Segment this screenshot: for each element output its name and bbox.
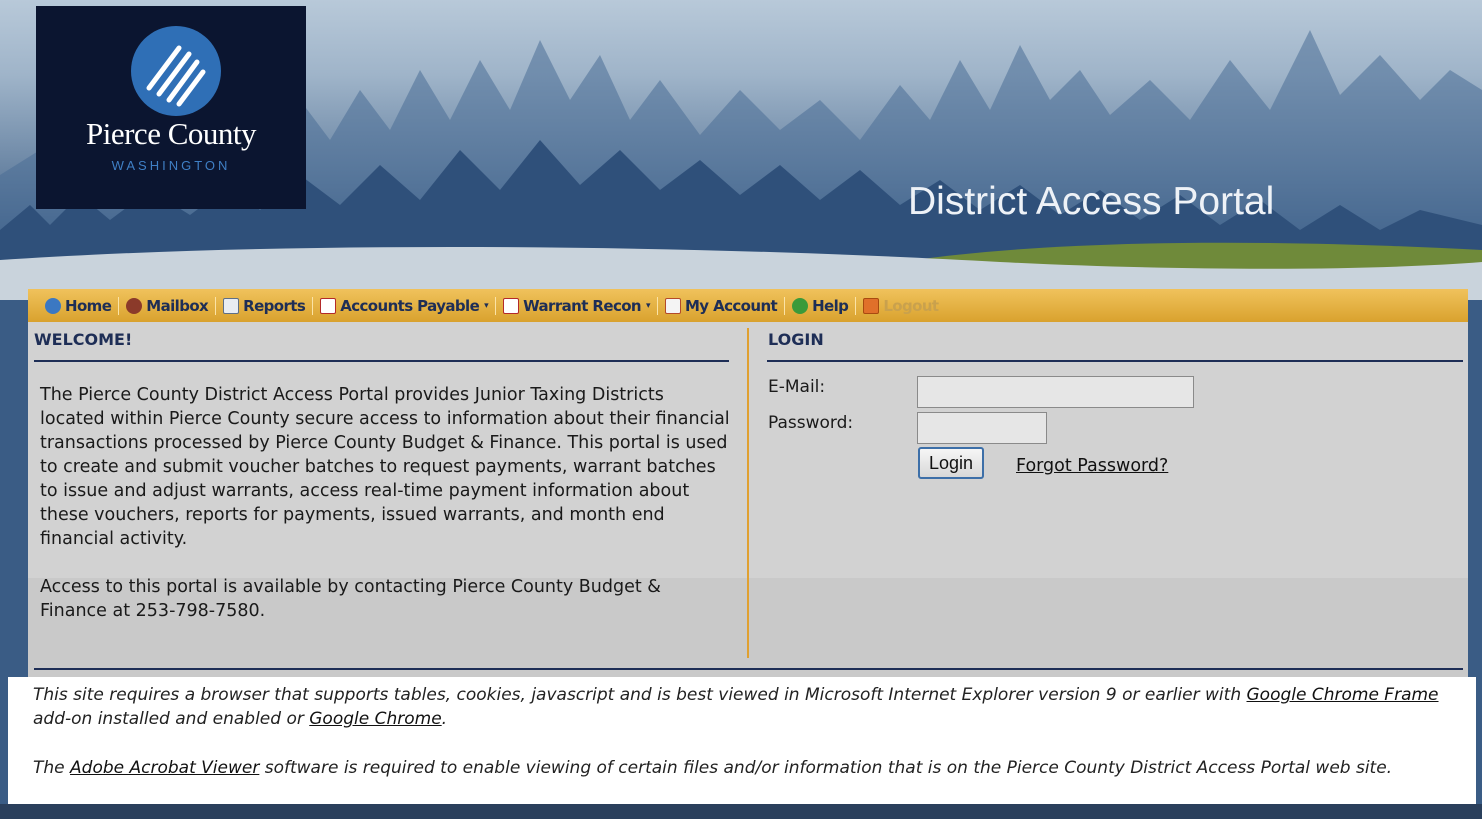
nav-reports-label: Reports [243,296,306,315]
logo-state: WASHINGTON [111,158,231,173]
nav-home-label: Home [65,296,112,315]
logo-emblem-icon [131,26,221,116]
welcome-body: The Pierce County District Access Portal… [40,383,730,647]
nav-my-account[interactable]: My Account [658,297,784,315]
nav-mailbox[interactable]: Mailbox [119,297,215,315]
power-icon [863,297,880,314]
login-title: LOGIN [768,330,824,349]
document-icon [320,297,337,314]
header-banner: Pierce County WASHINGTON District Access… [0,0,1482,300]
password-field[interactable] [917,412,1047,444]
notice-line1-a: This site requires a browser that suppor… [33,685,1247,705]
nav-accounts-payable[interactable]: Accounts Payable ▾ [313,297,495,315]
chevron-down-icon: ▾ [484,300,489,311]
bottom-strip [0,804,1482,819]
notice-line2-a: The [33,758,71,778]
column-divider [747,328,749,658]
nav-help-label: Help [812,296,849,315]
nav-logout[interactable]: Logout [856,297,945,315]
checklist-icon [664,297,681,314]
nav-accounts-payable-label: Accounts Payable [340,296,480,315]
help-icon [792,297,809,314]
nav-home[interactable]: Home [38,297,118,315]
home-icon [45,297,61,314]
mailbox-icon [126,297,143,314]
chevron-down-icon: ▾ [646,300,651,311]
google-chrome-frame-link[interactable]: Google Chrome Frame [1247,685,1439,705]
nav-warrant-recon[interactable]: Warrant Recon ▾ [496,297,657,315]
nav-help[interactable]: Help [785,297,855,315]
main-nav: Home Mailbox Reports Accounts Payable ▾ … [28,289,1468,322]
nav-reports[interactable]: Reports [216,297,312,315]
notice-line2-b: software is required to enable viewing o… [259,758,1393,778]
welcome-title: WELCOME! [34,330,133,349]
login-rule [767,360,1463,362]
google-chrome-link[interactable]: Google Chrome [309,709,441,729]
email-label: E-Mail: [768,377,826,397]
nav-my-account-label: My Account [684,296,778,315]
nav-mailbox-label: Mailbox [146,296,209,315]
reports-icon [223,297,240,314]
content-bottom-rule [34,668,1463,670]
notice-line1-c: . [441,709,448,729]
pierce-county-logo[interactable]: Pierce County WASHINGTON [36,6,306,209]
notice-line1-b: add-on installed and enabled or [33,709,310,729]
nav-warrant-recon-label: Warrant Recon [523,296,642,315]
welcome-rule [34,360,729,362]
portal-title: District Access Portal [908,180,1275,223]
logo-name: Pierce County [86,116,257,151]
welcome-paragraph-1: The Pierce County District Access Portal… [40,385,730,549]
adobe-acrobat-viewer-link[interactable]: Adobe Acrobat Viewer [70,758,259,778]
password-label: Password: [768,413,854,433]
email-field[interactable] [917,376,1194,408]
login-button[interactable]: Login [918,447,984,479]
document-icon [503,297,520,314]
browser-requirements-text: This site requires a browser that suppor… [33,683,1443,731]
welcome-paragraph-2: Access to this portal is available by co… [40,577,661,621]
forgot-password-link[interactable]: Forgot Password? [1016,456,1168,476]
nav-logout-label: Logout [883,296,939,315]
acrobat-requirement-text: The Adobe Acrobat Viewer software is req… [33,756,1443,780]
